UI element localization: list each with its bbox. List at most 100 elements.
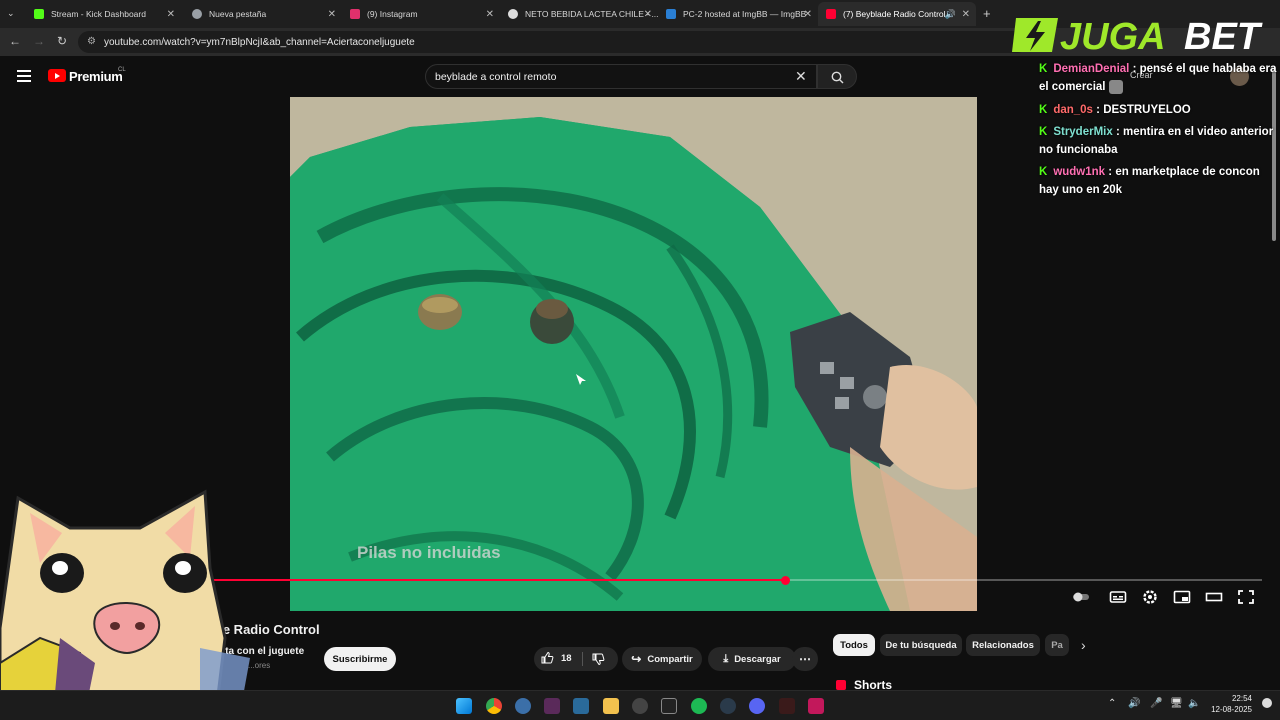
pen-tool-icon[interactable] — [573, 698, 589, 714]
tab-title: PC-2 hosted at ImgBB — ImgBB — [683, 9, 807, 19]
vegas-icon[interactable] — [544, 698, 560, 714]
close-tab-icon[interactable]: ✕ — [962, 9, 970, 20]
obs-icon[interactable] — [632, 698, 648, 714]
fullscreen-icon[interactable] — [1237, 589, 1255, 605]
site-info-icon[interactable]: ⚙ — [87, 36, 96, 47]
tab-neto[interactable]: NETO BEBIDA LACTEA CHILE - ... ✕ — [500, 2, 658, 26]
chat-message: K StryderMix : mentira en el video anteri… — [1039, 126, 1274, 156]
close-tab-icon[interactable]: ✕ — [804, 9, 812, 20]
download-icon: ⤓ — [723, 652, 729, 665]
clock-time: 22:54 — [1231, 694, 1252, 703]
spotify-icon[interactable] — [691, 698, 707, 714]
download-button[interactable]: ⤓ Descargar — [708, 647, 796, 671]
captions-icon[interactable] — [1109, 589, 1127, 605]
miniplayer-icon[interactable] — [1173, 589, 1191, 605]
cat-avatar-overlay — [0, 489, 250, 720]
chip-relacionados[interactable]: Relacionados — [966, 634, 1040, 656]
close-tab-icon[interactable]: ✕ — [486, 9, 494, 20]
close-tab-icon[interactable]: ✕ — [644, 9, 652, 20]
tab-imgbb[interactable]: PC-2 hosted at ImgBB — ImgBB ✕ — [658, 2, 818, 26]
search-icon — [831, 71, 844, 84]
speaker-icon[interactable]: 🔊 — [945, 9, 956, 20]
url-bar[interactable]: ⚙ youtube.com/watch?v=ym7nBlpNcjI&ab_cha… — [78, 31, 1028, 53]
chrome-icon — [192, 9, 202, 19]
more-actions-button[interactable]: ⋯ — [792, 647, 818, 671]
chat-message: K DemianDenial : pensé el que hablaba era… — [1039, 63, 1277, 94]
globe-icon — [508, 9, 518, 19]
kick-badge-icon: K — [1039, 126, 1048, 138]
chip-de-tu-busqueda[interactable]: De tu búsqueda — [880, 634, 962, 656]
volume-tray-icon[interactable]: 🔈 — [1188, 698, 1200, 709]
video-player[interactable]: Pilas no incluidas — [290, 97, 977, 611]
chrome-icon[interactable] — [486, 698, 502, 714]
imgbb-icon — [666, 9, 676, 19]
divider — [582, 652, 583, 666]
tab-title: Stream - Kick Dashboard — [51, 9, 146, 19]
svg-text:BET: BET — [1184, 16, 1263, 56]
chat-username: wudw1nk — [1053, 166, 1106, 178]
like-count: 18 — [561, 652, 572, 664]
autoplay-toggle-icon[interactable] — [1072, 589, 1090, 605]
like-button[interactable]: 18 — [540, 651, 572, 665]
youtube-logo-icon[interactable] — [48, 69, 66, 82]
chip-todos[interactable]: Todos — [833, 634, 875, 656]
mic-tray-icon[interactable]: 🎤 — [1150, 698, 1162, 709]
close-tab-icon[interactable]: ✕ — [167, 9, 175, 20]
chat-username: StryderMix — [1053, 126, 1113, 138]
search-input[interactable]: beyblade a control remoto — [425, 64, 817, 89]
new-tab-button[interactable]: + — [983, 6, 991, 21]
tab-instagram[interactable]: (9) Instagram ✕ — [342, 2, 500, 26]
tray-chevron-icon[interactable]: ⌃ — [1108, 698, 1116, 709]
chips-next-chevron-icon[interactable]: › — [1081, 637, 1086, 653]
network-tray-icon[interactable]: 🖥 — [1170, 698, 1183, 709]
steam-icon[interactable] — [720, 698, 736, 714]
jugabet-logo-icon: JUGA BET — [1012, 16, 1263, 56]
clear-search-icon[interactable]: ✕ — [795, 69, 807, 83]
forward-icon[interactable]: → — [33, 34, 45, 48]
chat-text: DESTRUYELOO — [1103, 104, 1191, 116]
clock-date: 12-08-2025 — [1211, 705, 1252, 714]
tab-new[interactable]: Nueva pestaña ✕ — [184, 2, 342, 26]
share-icon: ↪ — [631, 652, 642, 666]
tab-kick-dashboard[interactable]: Stream - Kick Dashboard ✕ — [26, 2, 181, 26]
reload-icon[interactable]: ↻ — [57, 34, 67, 48]
thumbs-up-icon — [541, 651, 554, 664]
windows-start-icon[interactable] — [456, 698, 472, 714]
thumbs-down-icon[interactable] — [591, 652, 605, 666]
discord-icon[interactable] — [749, 698, 765, 714]
video-frame-image — [290, 97, 977, 611]
search-button[interactable] — [817, 64, 857, 89]
settings-gear-icon[interactable] — [1141, 589, 1159, 605]
edge-icon[interactable] — [515, 698, 531, 714]
share-button[interactable]: ↪ Compartir — [622, 647, 702, 671]
speaker-tray-icon[interactable]: 🔊 — [1128, 698, 1140, 709]
app-icon[interactable] — [808, 698, 824, 714]
kick-badge-icon: K — [1039, 166, 1048, 178]
tab-title: Nueva pestaña — [209, 9, 267, 19]
system-clock[interactable]: 22:54 12-08-2025 — [1208, 693, 1252, 715]
back-icon[interactable]: ← — [9, 34, 21, 48]
chip-partial[interactable]: Pa — [1045, 634, 1069, 656]
close-tab-icon[interactable]: ✕ — [328, 9, 336, 20]
youtube-premium-label[interactable]: Premium — [69, 69, 123, 84]
chat-message: Kdan_0s : DESTRUYELOO — [1039, 104, 1191, 116]
svg-text:JUGA: JUGA — [1060, 16, 1166, 56]
emote-icon — [1108, 79, 1123, 94]
share-label: Compartir — [647, 653, 693, 665]
subscribe-button[interactable]: Suscribirme — [324, 647, 396, 671]
tab-title: NETO BEBIDA LACTEA CHILE - ... — [525, 9, 658, 19]
notification-bell-icon[interactable] — [1262, 698, 1272, 708]
theater-mode-icon[interactable] — [1205, 589, 1223, 605]
instagram-icon — [350, 9, 360, 19]
tab-title: (9) Instagram — [367, 9, 418, 19]
tab-youtube-beyblade[interactable]: (7) Beyblade Radio Control 🔊 ✕ — [818, 2, 976, 26]
streamlabs-icon[interactable] — [779, 698, 795, 714]
tab-search-dropdown-icon[interactable]: ⌄ — [7, 8, 15, 19]
hamburger-menu-icon[interactable] — [17, 70, 31, 82]
chat-username: DemianDenial — [1053, 63, 1130, 75]
scrubber-handle[interactable] — [780, 575, 790, 585]
capcut-icon[interactable] — [661, 698, 677, 714]
file-explorer-icon[interactable] — [603, 698, 619, 714]
shorts-logo-icon — [836, 680, 846, 690]
tab-title: (7) Beyblade Radio Control — [843, 9, 946, 19]
